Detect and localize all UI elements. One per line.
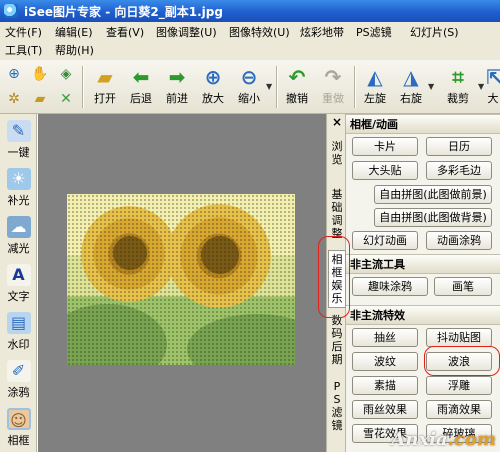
side-tabs: × 浏览 基础调整 相框娱乐 数码后期 PS滤镜	[326, 114, 346, 452]
open-folder-icon: ▰	[97, 65, 113, 89]
title-bar: iSee图片专家 - 向日葵2_副本1.jpg	[0, 0, 500, 22]
tab-ps-filter[interactable]: PS滤镜	[329, 380, 345, 436]
toolbar-separator	[82, 66, 83, 108]
fill-light-icon: ☀	[6, 168, 31, 190]
menu-color-zone[interactable]: 炫彩地带	[300, 24, 344, 42]
window-title: iSee图片专家 - 向日葵2_副本1.jpg	[24, 5, 223, 19]
tab-frame-fun[interactable]: 相框娱乐	[328, 250, 346, 308]
sidebar-item-fill-light[interactable]: ☀ 补光	[3, 166, 34, 212]
menu-bar: 文件(F) 编辑(E) 查看(V) 图像调整(U) 图像特效(U) 炫彩地带 P…	[0, 22, 500, 60]
card-button[interactable]: 卡片	[352, 137, 418, 156]
toolbar-separator	[354, 66, 355, 108]
photo-sticker-button[interactable]: 大头贴	[352, 161, 418, 180]
sketch-texture	[67, 194, 295, 365]
resize-icon: ⇱	[486, 65, 500, 89]
back-button[interactable]: ⬅ 后退	[124, 63, 158, 111]
raindrop-button[interactable]: 雨滴效果	[426, 400, 492, 419]
menu-slideshow[interactable]: 幻灯片(S)	[410, 24, 459, 42]
shake-sticker-button[interactable]: 抖动贴图	[426, 328, 492, 347]
reduce-light-icon: ☁	[6, 216, 31, 238]
ripple-button[interactable]: 波纹	[352, 352, 418, 371]
one-click-icon: ✎	[6, 120, 31, 142]
resize-button[interactable]: ⇱ 大	[486, 63, 500, 111]
effects-panel: 相框/动画 卡片 日历 大头贴 多彩毛边 自由拼图(此图做前景) 自由拼图(此图…	[346, 114, 500, 452]
tab-digital-post[interactable]: 数码后期	[329, 314, 345, 370]
section-header-frame-animation: 相框/动画	[346, 114, 500, 134]
redo-icon: ↷	[324, 65, 342, 89]
toolbar: ⊕ ✋ ◈ ✲ ▰ ✕ ▰ 打开 ⬅ 后退 ➡ 前进 ⊕ 放大 ⊖ 缩小 ▼ ↶…	[0, 60, 500, 114]
text-icon: A	[6, 264, 31, 286]
app-icon	[4, 4, 18, 18]
watermark-icon: ▤	[6, 312, 31, 334]
menu-tools[interactable]: 工具(T)	[5, 42, 42, 60]
close-icon[interactable]: ✕	[56, 89, 76, 109]
menu-edit[interactable]: 编辑(E)	[55, 24, 93, 42]
doodle-icon: ✐	[6, 360, 31, 382]
slide-animation-button[interactable]: 幻灯动画	[352, 231, 418, 250]
collage-background-button[interactable]: 自由拼图(此图做背景)	[374, 208, 492, 227]
animated-doodle-button[interactable]: 动画涂鸦	[426, 231, 492, 250]
fun-doodle-button[interactable]: 趣味涂鸦	[352, 277, 428, 296]
arrow-left-icon: ⬅	[132, 65, 150, 89]
emboss-button[interactable]: 浮雕	[426, 376, 492, 395]
wave-button[interactable]: 波浪	[426, 352, 492, 371]
sidebar-item-watermark[interactable]: ▤ 水印	[3, 310, 34, 356]
menu-ps-filter[interactable]: PS滤镜	[356, 24, 392, 42]
undo-button[interactable]: ↶ 撤销	[280, 63, 314, 111]
silk-button[interactable]: 抽丝	[352, 328, 418, 347]
settings-icon[interactable]: ✲	[4, 89, 24, 109]
brush-button[interactable]: 画笔	[434, 277, 492, 296]
sketch-button[interactable]: 素描	[352, 376, 418, 395]
zoom-dropdown-icon[interactable]: ▼	[266, 82, 272, 91]
undo-icon: ↶	[288, 65, 306, 89]
color-border-button[interactable]: 多彩毛边	[426, 161, 492, 180]
frame-icon: ☺	[6, 408, 31, 430]
rain-silk-button[interactable]: 雨丝效果	[352, 400, 418, 419]
sidebar-item-one-click[interactable]: ✎ 一键	[3, 118, 34, 164]
crop-button[interactable]: ⌗ 裁剪	[438, 63, 478, 111]
rotate-right-button[interactable]: ◮ 右旋	[394, 63, 428, 111]
forward-button[interactable]: ➡ 前进	[160, 63, 194, 111]
redo-button[interactable]: ↷ 重做	[316, 63, 350, 111]
folder-icon[interactable]: ▰	[30, 89, 50, 109]
crop-icon: ⌗	[452, 65, 464, 89]
menu-view[interactable]: 查看(V)	[106, 24, 144, 42]
section-header-alt-tools: 非主流工具	[346, 254, 500, 274]
capture-icon[interactable]: ◈	[56, 64, 76, 84]
sidebar-item-doodle[interactable]: ✐ 涂鸦	[3, 358, 34, 404]
zoom-out-button[interactable]: ⊖ 缩小	[232, 63, 266, 111]
zoom-out-icon: ⊖	[240, 65, 258, 89]
panel-close-icon[interactable]: ×	[329, 116, 345, 129]
image-canvas[interactable]	[38, 114, 326, 452]
rotate-dropdown-icon[interactable]: ▼	[428, 82, 434, 91]
open-button[interactable]: ▰ 打开	[88, 63, 122, 111]
toolbar-separator	[276, 66, 277, 108]
menu-image-effects[interactable]: 图像特效(U)	[229, 24, 290, 42]
sunflower-photo	[67, 194, 295, 365]
section-header-alt-effects: 非主流特效	[346, 305, 500, 325]
sidebar-item-frame[interactable]: ☺ 相框	[3, 406, 34, 452]
rotate-right-icon: ◮	[403, 65, 419, 89]
tab-basic-adjust[interactable]: 基础调整	[329, 188, 345, 244]
zoom-select-icon[interactable]: ⊕	[4, 64, 24, 84]
hand-icon[interactable]: ✋	[30, 64, 50, 84]
crop-dropdown-icon[interactable]: ▼	[478, 82, 484, 91]
zoom-in-icon: ⊕	[204, 65, 222, 89]
rotate-left-icon: ◭	[367, 65, 383, 89]
menu-file[interactable]: 文件(F)	[5, 24, 42, 42]
sidebar-item-reduce-light[interactable]: ☁ 减光	[3, 214, 34, 260]
left-sidebar: ✎ 一键 ☀ 补光 ☁ 减光 A 文字 ▤ 水印 ✐ 涂鸦 ☺ 相框	[0, 114, 37, 452]
tab-browse[interactable]: 浏览	[329, 140, 345, 170]
menu-image-adjust[interactable]: 图像调整(U)	[156, 24, 217, 42]
sidebar-item-text[interactable]: A 文字	[3, 262, 34, 308]
collage-foreground-button[interactable]: 自由拼图(此图做前景)	[374, 185, 492, 204]
menu-help[interactable]: 帮助(H)	[55, 42, 94, 60]
rotate-left-button[interactable]: ◭ 左旋	[358, 63, 392, 111]
zoom-in-button[interactable]: ⊕ 放大	[196, 63, 230, 111]
arrow-right-icon: ➡	[168, 65, 186, 89]
calendar-button[interactable]: 日历	[426, 137, 492, 156]
site-watermark: Anxia.com	[391, 429, 496, 450]
